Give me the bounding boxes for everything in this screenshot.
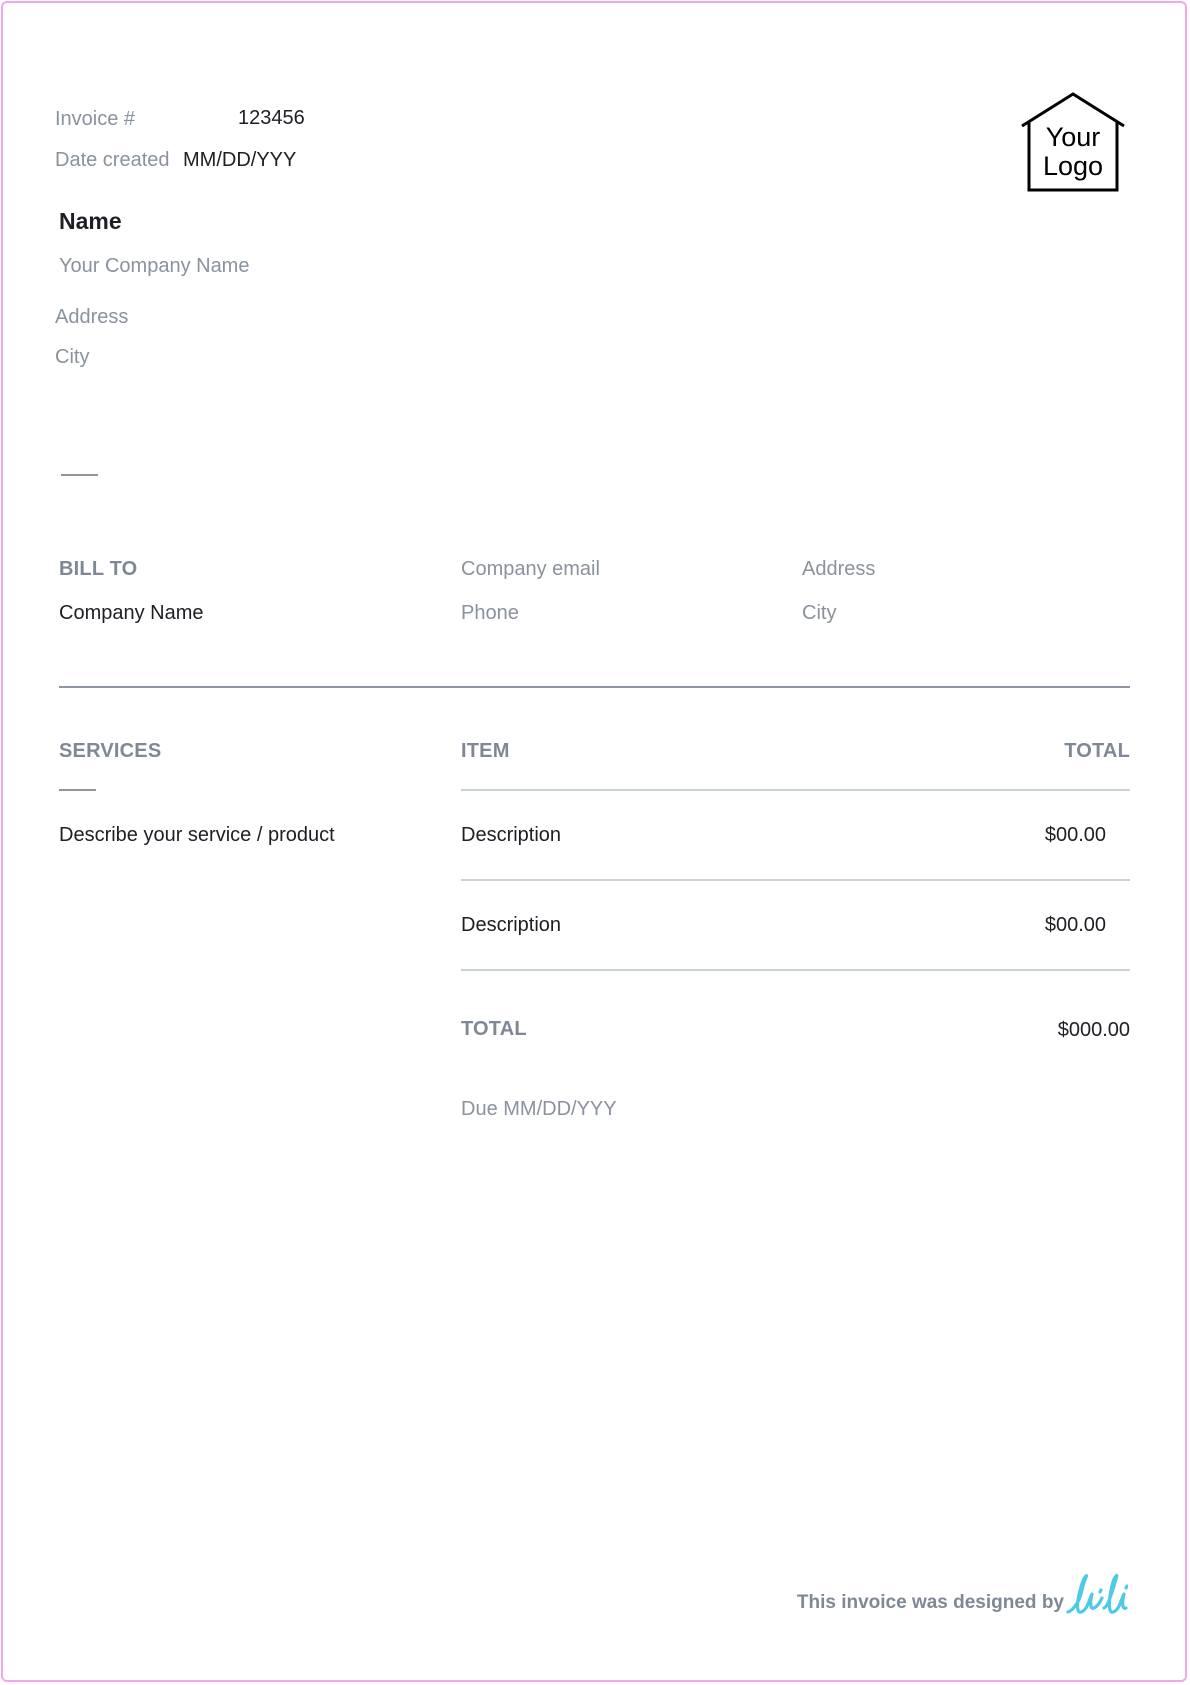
bill-to-phone: Phone [461, 602, 519, 624]
items-column-header-item: ITEM [461, 740, 510, 762]
bill-to-divider [59, 686, 1130, 688]
date-created-label: Date created [55, 149, 170, 171]
logo-line-1: Your [1045, 122, 1101, 152]
table-row-2-rule [461, 969, 1130, 971]
table-header-rule [461, 789, 1130, 791]
services-description: Describe your service / product [59, 824, 335, 846]
invoice-number-label: Invoice # [55, 108, 136, 130]
due-date: Due MM/DD/YYY [461, 1098, 617, 1120]
table-row-2-total: $00.00 [1044, 914, 1106, 936]
sender-company: Your Company Name [59, 255, 250, 277]
bill-to-heading: BILL TO [59, 558, 138, 580]
invoice-number-value: 123456 [238, 107, 305, 129]
services-underline [59, 789, 96, 791]
bill-to-address: Address [802, 558, 876, 580]
section-divider-short [61, 474, 98, 476]
lili-logo [1066, 1573, 1128, 1614]
table-row-1-rule [461, 879, 1130, 881]
table-row-1-item: Description [461, 824, 562, 846]
grand-total-label: TOTAL [461, 1018, 527, 1040]
bill-to-email: Company email [461, 558, 600, 580]
date-created-value: MM/DD/YYY [183, 149, 297, 171]
table-row-2-item: Description [461, 914, 562, 936]
bill-to-city: City [802, 602, 837, 624]
footer-credit-text: This invoice was designed by [796, 1592, 1064, 1613]
table-row-1-total: $00.00 [1044, 824, 1106, 846]
bill-to-company-name: Company Name [59, 602, 204, 624]
sender-name: Name [59, 208, 122, 234]
sender-address: Address [55, 306, 129, 328]
services-heading: SERVICES [59, 740, 162, 762]
items-column-header-total: TOTAL [1064, 740, 1130, 762]
sender-city: City [55, 346, 90, 368]
grand-total-value: $000.00 [1057, 1019, 1130, 1041]
logo-line-2: Logo [1042, 151, 1104, 181]
logo-placeholder: Your Logo [1027, 123, 1119, 181]
